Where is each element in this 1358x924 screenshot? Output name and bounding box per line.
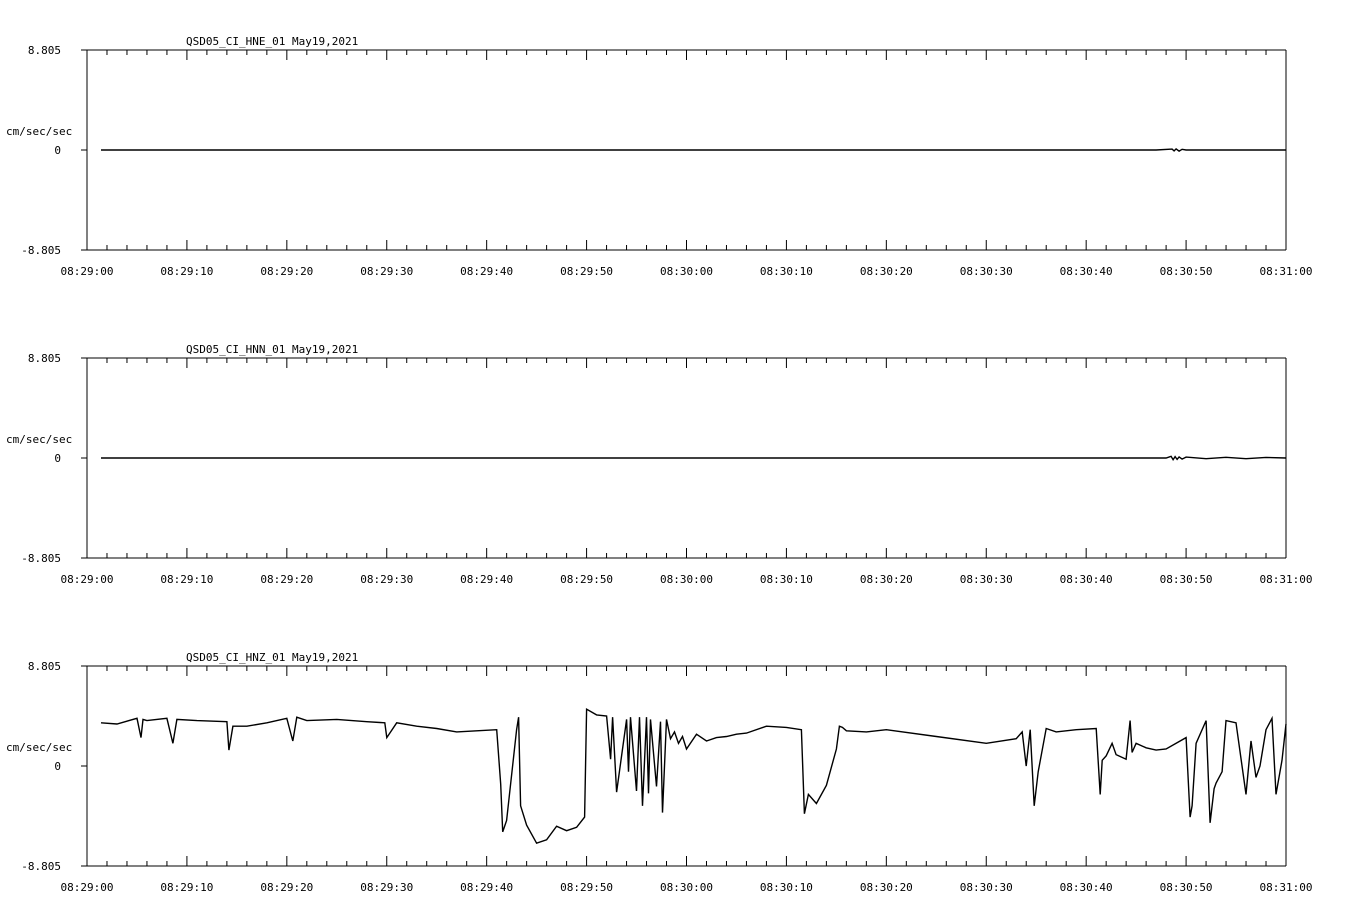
x-tick-label: 08:30:30	[960, 265, 1013, 278]
y-tick-label: 8.805	[28, 660, 61, 673]
x-tick-label: 08:30:50	[1160, 265, 1213, 278]
x-tick-label: 08:30:00	[660, 881, 713, 894]
panel-title: QSD05_CI_HNE_01 May19,2021	[186, 35, 358, 48]
x-tick-label: 08:29:10	[160, 573, 213, 586]
y-axis-label: cm/sec/sec	[6, 433, 72, 446]
x-tick-label: 08:30:10	[760, 265, 813, 278]
x-tick-label: 08:29:40	[460, 265, 513, 278]
x-tick-label: 08:29:30	[360, 573, 413, 586]
x-tick-label: 08:29:10	[160, 881, 213, 894]
panel-title: QSD05_CI_HNN_01 May19,2021	[186, 343, 358, 356]
y-tick-label: 8.805	[28, 44, 61, 57]
x-tick-label: 08:29:50	[560, 265, 613, 278]
x-tick-label: 08:30:00	[660, 573, 713, 586]
x-tick-label: 08:29:40	[460, 881, 513, 894]
x-tick-label: 08:29:50	[560, 573, 613, 586]
x-tick-label: 08:30:20	[860, 265, 913, 278]
x-tick-label: 08:30:30	[960, 573, 1013, 586]
x-tick-label: 08:30:00	[660, 265, 713, 278]
y-tick-label: 0	[54, 144, 61, 157]
x-tick-label: 08:30:50	[1160, 881, 1213, 894]
y-tick-label: -8.805	[21, 552, 61, 565]
x-tick-label: 08:29:20	[260, 573, 313, 586]
x-tick-label: 08:29:30	[360, 265, 413, 278]
panel-hnn: 08:29:00 08:29:10 08:29:20 08:29:30 08:29:40…	[6, 343, 1312, 586]
x-tick-label: 08:31:00	[1260, 573, 1313, 586]
x-tick-label: 08:31:00	[1260, 265, 1313, 278]
x-tick-label: 08:30:20	[860, 881, 913, 894]
x-tick-label: 08:29:00	[61, 265, 114, 278]
y-tick-label: 0	[54, 452, 61, 465]
x-tick-label: 08:29:50	[560, 881, 613, 894]
x-tick-label: 08:29:00	[61, 881, 114, 894]
x-tick-label: 08:29:20	[260, 881, 313, 894]
x-tick-label: 08:30:10	[760, 573, 813, 586]
y-axis-label: cm/sec/sec	[6, 125, 72, 138]
y-tick-label: 0	[54, 760, 61, 773]
y-tick-label: -8.805	[21, 860, 61, 873]
y-tick-label: 8.805	[28, 352, 61, 365]
waveform-trace	[101, 455, 1287, 462]
panel-hne: 08:29:00 08:29:10 08:29:20 08:29:30 08:29:40…	[6, 35, 1312, 278]
panel-title: QSD05_CI_HNZ_01 May19,2021	[186, 651, 358, 664]
x-tick-label: 08:30:40	[1060, 881, 1113, 894]
x-tick-label: 08:29:00	[61, 573, 114, 586]
x-tick-label: 08:29:40	[460, 573, 513, 586]
seismogram-figure: 08:29:00 08:29:10 08:29:20 08:29:30 08:29:40…	[6, 35, 1312, 894]
x-tick-label: 08:31:00	[1260, 881, 1313, 894]
panel-hnz: 08:29:00 08:29:10 08:29:20 08:29:30 08:29:40…	[6, 651, 1312, 894]
y-axis-label: cm/sec/sec	[6, 741, 72, 754]
x-tick-label: 08:30:40	[1060, 573, 1113, 586]
x-tick-label: 08:30:50	[1160, 573, 1213, 586]
waveform-trace	[101, 147, 1286, 152]
x-tick-label: 08:29:10	[160, 265, 213, 278]
x-tick-label: 08:30:10	[760, 881, 813, 894]
x-tick-label: 08:30:30	[960, 881, 1013, 894]
y-tick-label: -8.805	[21, 244, 61, 257]
x-tick-label: 08:30:20	[860, 573, 913, 586]
x-tick-label: 08:29:30	[360, 881, 413, 894]
x-tick-label: 08:29:20	[260, 265, 313, 278]
waveform-trace	[100, 708, 1287, 845]
x-tick-label: 08:30:40	[1060, 265, 1113, 278]
